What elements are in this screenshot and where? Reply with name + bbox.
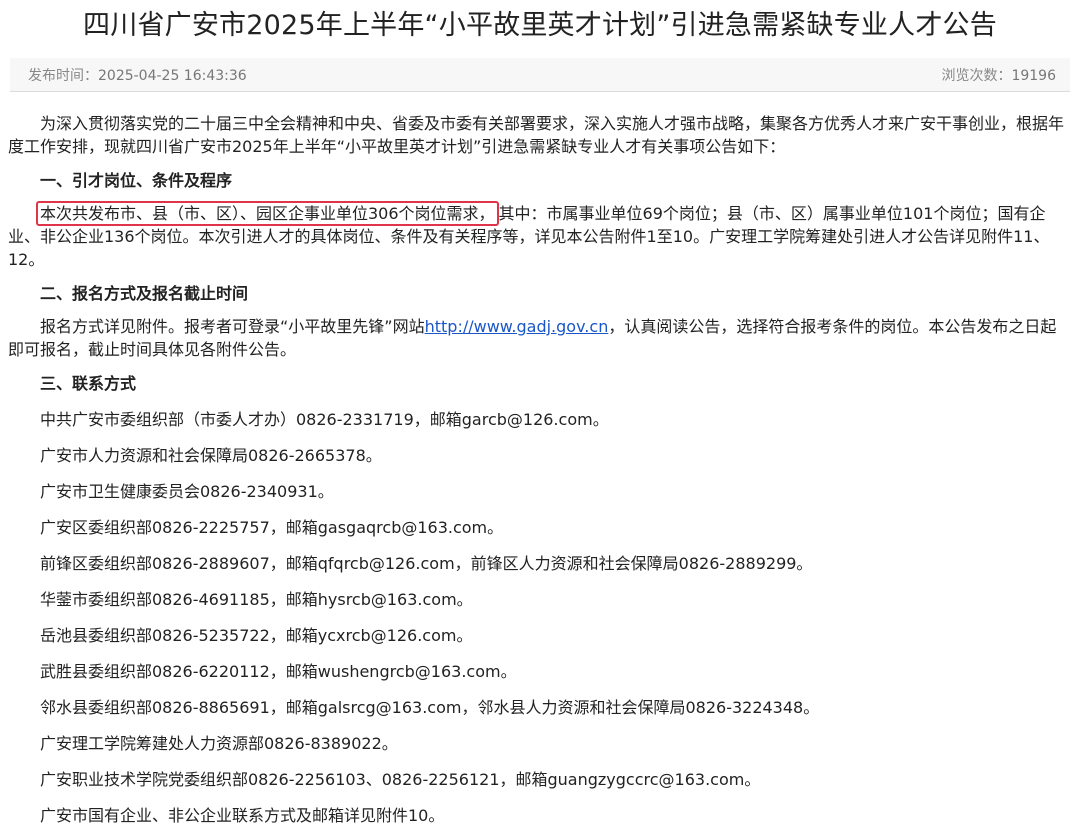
publish-time-label: 发布时间： <box>28 68 98 84</box>
article-meta-bar: 发布时间：2025-04-25 16:43:36 浏览次数：19196 <box>10 58 1070 92</box>
article-title: 四川省广安市2025年上半年“小平故里英才计划”引进急需紧缺专业人才公告 <box>83 10 997 41</box>
contact-item: 广安职业技术学院党委组织部0826-2256103、0826-2256121，邮… <box>40 770 761 789</box>
contact-item: 广安市国有企业、非公企业联系方式及邮箱详见附件10。 <box>40 806 445 825</box>
contact-item: 中共广安市委组织部（市委人才办）0826-2331719，邮箱garcb@126… <box>40 410 609 429</box>
view-count: 浏览次数：19196 <box>941 65 1056 85</box>
view-count-label: 浏览次数： <box>941 68 1012 84</box>
contact-item: 广安市人力资源和社会保障局0826-2665378。 <box>40 446 382 465</box>
contact-item: 岳池县委组织部0826-5235722，邮箱ycxrcb@126.com。 <box>40 626 473 645</box>
contact-item: 华蓥市委组织部0826-4691185，邮箱hysrcb@163.com。 <box>40 590 473 609</box>
contact-list: 中共广安市委组织部（市委人才办）0826-2331719，邮箱garcb@126… <box>8 408 1070 840</box>
article-body: 为深入贯彻落实党的二十届三中全会精神和中央、省委及市委有关部署要求，深入实施人才… <box>8 112 1070 840</box>
view-count-value: 19196 <box>1011 68 1056 84</box>
section-heading-positions: 一、引才岗位、条件及程序 <box>40 171 233 190</box>
publish-time: 发布时间：2025-04-25 16:43:36 <box>28 65 247 85</box>
section-heading-contacts: 三、联系方式 <box>40 374 137 393</box>
article-page: 四川省广安市2025年上半年“小平故里英才计划”引进急需紧缺专业人才公告 发布时… <box>0 0 1080 836</box>
contact-item: 前锋区委组织部0826-2889607，邮箱qfqrcb@126.com，前锋区… <box>40 554 813 573</box>
website-link[interactable]: http://www.gadj.gov.cn <box>425 317 609 336</box>
intro-paragraph: 为深入贯彻落实党的二十届三中全会精神和中央、省委及市委有关部署要求，深入实施人才… <box>8 114 1065 156</box>
contact-item: 邻水县委组织部0826-8865691，邮箱galsrcg@163.com，邻水… <box>40 698 820 717</box>
positions-paragraph: 本次共发布市、县（市、区）、园区企事业单位306个岗位需求， 其中：市属事业单位6… <box>8 201 1070 271</box>
publish-time-value: 2025-04-25 16:43:36 <box>98 68 247 84</box>
contact-item: 广安区委组织部0826-2225757，邮箱gasgaqrcb@163.com。 <box>40 518 504 537</box>
registration-text-before-link: 报名方式详见附件。报考者可登录“小平故里先锋”网站 <box>40 317 425 336</box>
registration-paragraph: 报名方式详见附件。报考者可登录“小平故里先锋”网站http://www.gadj… <box>8 315 1070 361</box>
contact-item: 广安市卫生健康委员会0826-2340931。 <box>40 482 334 501</box>
contact-item: 武胜县委组织部0826-6220112，邮箱wushengrcb@163.com… <box>40 662 517 681</box>
highlighted-position-count: 本次共发布市、县（市、区）、园区企事业单位306个岗位需求， <box>36 201 499 226</box>
contact-item: 广安理工学院筹建处人力资源部0826-8389022。 <box>40 734 398 753</box>
section-heading-registration: 二、报名方式及报名截止时间 <box>40 284 249 303</box>
